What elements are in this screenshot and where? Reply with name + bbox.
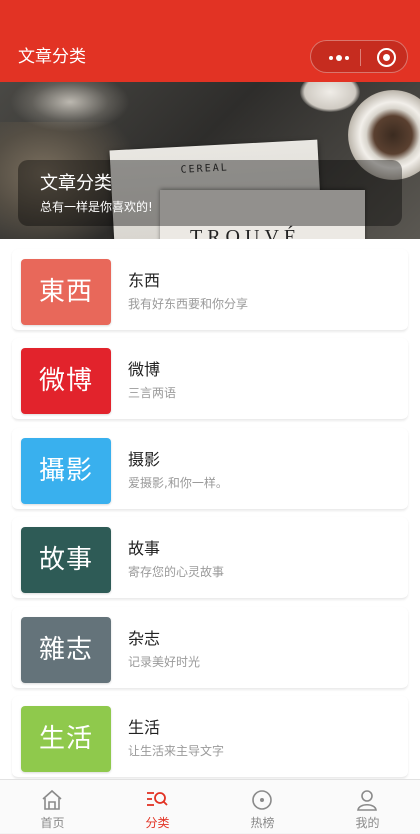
category-description: 寄存您的心灵故事 bbox=[128, 565, 225, 579]
category-title: 杂志 bbox=[128, 629, 161, 648]
category-tile: 生活 bbox=[21, 706, 111, 772]
category-card-sheying[interactable]: 攝影 摄影 爱摄影,和你一样。 bbox=[12, 428, 408, 510]
page-title: 文章分类 bbox=[18, 47, 86, 67]
category-tile: 故事 bbox=[21, 527, 111, 593]
tab-mine[interactable]: 我的 bbox=[315, 780, 420, 834]
category-search-icon bbox=[147, 792, 168, 806]
category-tile: 雜志 bbox=[21, 617, 111, 683]
tab-bar: 首页 分类 热榜 我的 bbox=[0, 779, 420, 833]
tab-category[interactable]: 分类 bbox=[105, 780, 210, 834]
close-target-icon[interactable] bbox=[377, 48, 396, 67]
category-title: 故事 bbox=[128, 539, 161, 558]
more-menu-icon[interactable] bbox=[329, 55, 351, 61]
category-tile: 攝影 bbox=[21, 438, 111, 504]
category-description: 让生活来主导文字 bbox=[128, 744, 225, 758]
banner-cup-decoration bbox=[300, 82, 360, 112]
tab-hot[interactable]: 热榜 bbox=[210, 780, 315, 834]
category-description: 记录美好时光 bbox=[128, 655, 201, 669]
nav-bar: 文章分类 bbox=[0, 0, 420, 82]
category-title: 微博 bbox=[128, 360, 161, 379]
category-description: 三言两语 bbox=[128, 386, 177, 400]
category-title: 生活 bbox=[128, 718, 161, 737]
banner-plant-decoration-2 bbox=[10, 82, 130, 132]
banner-subtitle: 总有一样是你喜欢的! bbox=[40, 200, 153, 214]
category-card-shenghuo[interactable]: 生活 生活 让生活来主导文字 bbox=[12, 696, 408, 778]
book-bottom-text: TROUVÉ bbox=[190, 226, 302, 239]
mini-program-capsule bbox=[310, 40, 408, 73]
tab-label: 分类 bbox=[145, 816, 170, 830]
hot-circle-icon bbox=[252, 790, 272, 810]
category-title: 摄影 bbox=[128, 450, 161, 469]
category-card-dongxi[interactable]: 東西 东西 我有好东西要和你分享 bbox=[12, 249, 408, 331]
category-card-gushi[interactable]: 故事 故事 寄存您的心灵故事 bbox=[12, 517, 408, 599]
tab-label: 我的 bbox=[355, 816, 380, 830]
tab-home[interactable]: 首页 bbox=[0, 780, 105, 834]
category-tile: 微博 bbox=[21, 348, 111, 414]
banner-title: 文章分类 bbox=[40, 173, 112, 194]
banner[interactable]: CEREAL TROUVÉ 文章分类 总有一样是你喜欢的! bbox=[0, 82, 420, 239]
category-card-zazhi[interactable]: 雜志 杂志 记录美好时光 bbox=[12, 607, 408, 689]
category-description: 爱摄影,和你一样。 bbox=[128, 476, 228, 490]
tab-label: 首页 bbox=[40, 816, 65, 830]
user-icon bbox=[357, 790, 377, 811]
category-tile: 東西 bbox=[21, 259, 111, 325]
tab-label: 热榜 bbox=[250, 816, 275, 830]
capsule-divider bbox=[360, 49, 361, 66]
category-list: 東西 东西 我有好东西要和你分享 微博 微博 三言两语 攝影 摄影 爱摄影,和你… bbox=[0, 239, 420, 779]
category-description: 我有好东西要和你分享 bbox=[128, 297, 249, 311]
category-card-weibo[interactable]: 微博 微博 三言两语 bbox=[12, 338, 408, 420]
category-title: 东西 bbox=[128, 271, 161, 290]
home-icon bbox=[42, 789, 62, 810]
